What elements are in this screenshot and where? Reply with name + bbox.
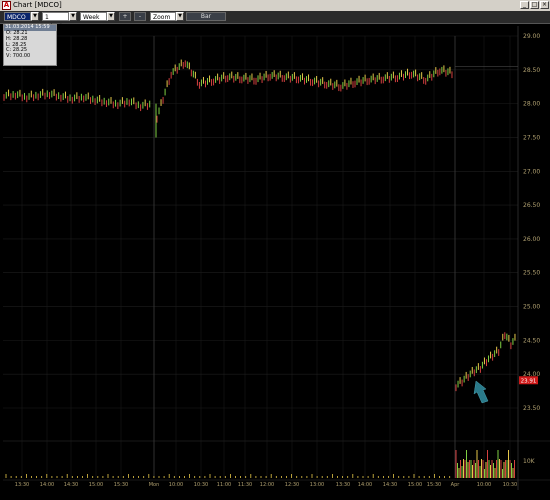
x-tick-label: 14:00 [358,482,372,488]
y-tick-label: 25.50 [523,270,540,277]
chart-toolbar: MDCO ▼ 1 minute ▼ Week ▼ + - Zoom ▼ Bar [0,11,550,30]
ohlc-row-volume: V: 700.00 [6,53,31,60]
interval-select[interactable]: 1 minute [42,12,69,30]
bar-style-button[interactable]: Bar [186,12,226,21]
x-tick-label: 15:30 [427,482,441,488]
last-price-label: 23.91 [521,378,537,384]
volume-tick-label: 10K [523,458,536,465]
zoom-in-button[interactable]: + [119,12,131,21]
x-tick-label: 10:30 [194,482,208,488]
y-tick-label: 25.00 [523,304,540,311]
period-select[interactable]: Week [80,12,107,21]
x-tick-label: 14:00 [40,482,54,488]
x-tick-label: 11:00 [217,482,231,488]
zoom-dropdown-arrow[interactable]: ▼ [176,12,184,21]
zoom-out-button[interactable]: - [134,12,146,21]
x-tick-label: 14:30 [64,482,78,488]
x-tick-label: 13:30 [15,482,29,488]
x-tick-label: 13:30 [336,482,350,488]
y-tick-label: 27.50 [523,134,540,141]
y-tick-label: 26.50 [523,202,540,209]
annotation-arrow-icon [473,380,489,404]
y-tick-label: 27.00 [523,168,540,175]
close-button[interactable]: × [540,1,549,9]
x-tick-label: 10:00 [169,482,183,488]
y-tick-label: 24.50 [523,337,540,344]
period-dropdown-arrow[interactable]: ▼ [107,12,115,21]
price-chart[interactable]: 29.00 28.50 28.00 27.50 27.00 26.50 26.00 25.50… [0,24,550,500]
zoom-select[interactable]: Zoom [150,12,176,21]
app-logo-icon: A [2,1,11,10]
symbol-input[interactable]: MDCO [4,12,31,21]
x-tick-label: 12:30 [285,482,299,488]
x-tick-label: 15:00 [408,482,422,488]
x-tick-label: 14:30 [383,482,397,488]
x-tick-label: 13:00 [310,482,324,488]
ohlc-info-box: 31.03.2014 15:59 O: 28.21 H: 28.28 L: 28… [3,24,57,66]
x-tick-label: 10:00 [477,482,491,488]
x-tick-label: Mon [149,482,160,488]
x-tick-label: 11:30 [238,482,252,488]
window-title: Chart [MDCO] [13,1,62,9]
x-tick-label: Apr [451,482,461,488]
interval-dropdown-arrow[interactable]: ▼ [69,12,77,21]
maximize-button[interactable]: □ [530,1,539,9]
x-tick-label: 15:30 [114,482,128,488]
y-tick-label: 29.00 [523,33,540,40]
y-tick-label: 23.50 [523,405,540,412]
x-tick-label: 12:00 [260,482,274,488]
symbol-dropdown-arrow[interactable]: ▼ [31,12,39,21]
y-tick-label: 28.50 [523,67,540,74]
minimize-button[interactable]: _ [520,1,529,9]
y-tick-label: 28.00 [523,101,540,108]
y-tick-label: 26.00 [523,236,540,243]
x-tick-label: 15:00 [89,482,103,488]
x-tick-label: 10:30 [503,482,517,488]
